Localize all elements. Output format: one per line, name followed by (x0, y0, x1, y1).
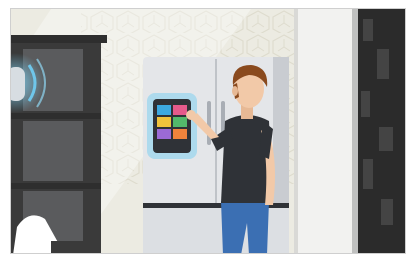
doorway-edge (294, 9, 298, 253)
smart-fridge-scene (11, 9, 405, 253)
shelf-top (11, 35, 107, 43)
shelf-compartment (23, 121, 83, 181)
speaker-icon (11, 67, 25, 101)
shelf-divider (11, 113, 101, 119)
illustration-frame (10, 8, 406, 254)
panel-trim (352, 9, 358, 253)
doorway-wall (296, 9, 358, 253)
hand (186, 110, 196, 120)
ear (232, 86, 238, 96)
shelf-divider (11, 183, 101, 189)
